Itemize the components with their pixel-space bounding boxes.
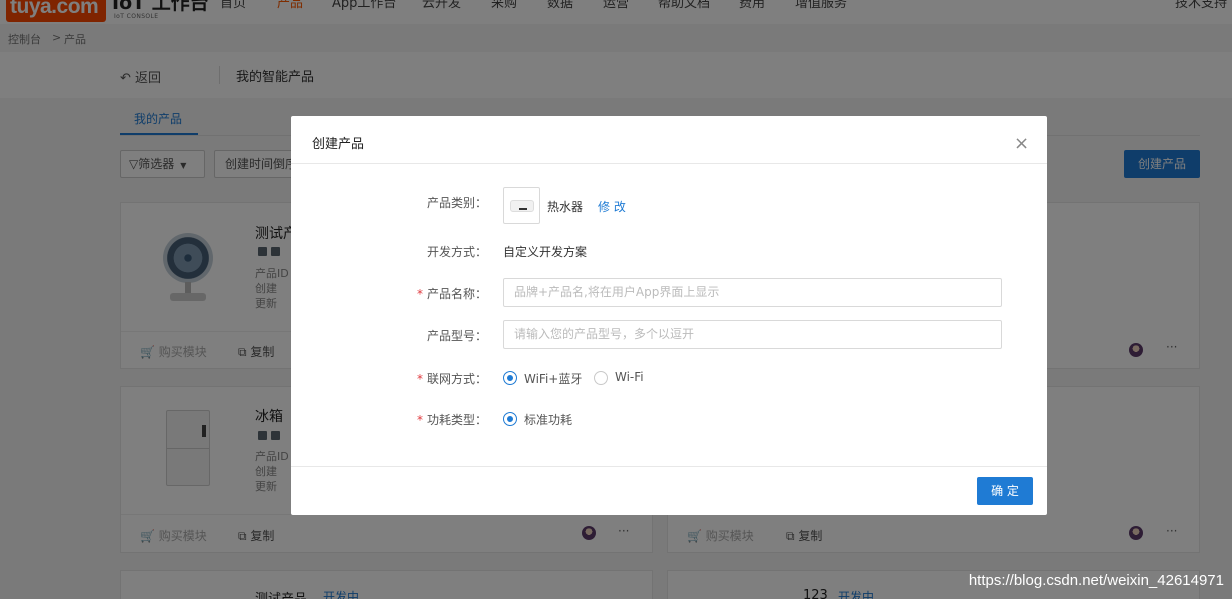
modal-header-divider (291, 163, 1047, 164)
power-label: * 功耗类型： (312, 411, 487, 428)
category-image (503, 187, 540, 224)
radio-wifi-bt-label[interactable]: WiFi+蓝牙 (524, 370, 582, 387)
required-mark: * (416, 287, 423, 301)
dev-mode-label: 开发方式： (426, 245, 487, 259)
water-heater-display (519, 208, 527, 210)
close-icon[interactable]: × (1014, 135, 1029, 153)
watermark: https://blog.csdn.net/weixin_42614971 (968, 572, 1224, 589)
product-name-label-text: 产品名称： (426, 287, 487, 301)
product-model-label: 产品型号： (426, 329, 487, 343)
modal-footer-divider (291, 466, 1047, 467)
radio-wifi-label[interactable]: Wi-Fi (615, 370, 644, 384)
radio-standard-power[interactable] (503, 412, 517, 426)
radio-wifi[interactable] (594, 371, 608, 385)
create-product-modal: 创建产品 × 产品类别： 热水器 修 改 开发方式： 自定义开发方案 * 产品名称… (291, 116, 1047, 515)
required-mark: * (416, 413, 423, 427)
radio-standard-power-label[interactable]: 标准功耗 (524, 411, 572, 428)
category-value: 热水器 (547, 200, 584, 214)
product-name-input[interactable]: 品牌+产品名,将在用户App界面上显示 (503, 278, 1002, 307)
product-name-label: * 产品名称： (312, 285, 487, 302)
confirm-button[interactable]: 确 定 (977, 477, 1033, 505)
category-label: 产品类别： (426, 196, 487, 210)
product-model-input[interactable]: 请输入您的产品型号，多个以逗开 (503, 320, 1002, 349)
radio-wifi-bt[interactable] (503, 371, 517, 385)
power-label-text: 功耗类型： (426, 413, 487, 427)
water-heater-icon (510, 200, 534, 212)
category-edit-link[interactable]: 修 改 (598, 198, 626, 215)
required-mark: * (416, 372, 423, 386)
network-label-text: 联网方式： (426, 372, 487, 386)
network-label: * 联网方式： (312, 370, 487, 387)
dev-mode-value: 自定义开发方案 (503, 245, 588, 259)
modal-title: 创建产品 (312, 137, 365, 152)
